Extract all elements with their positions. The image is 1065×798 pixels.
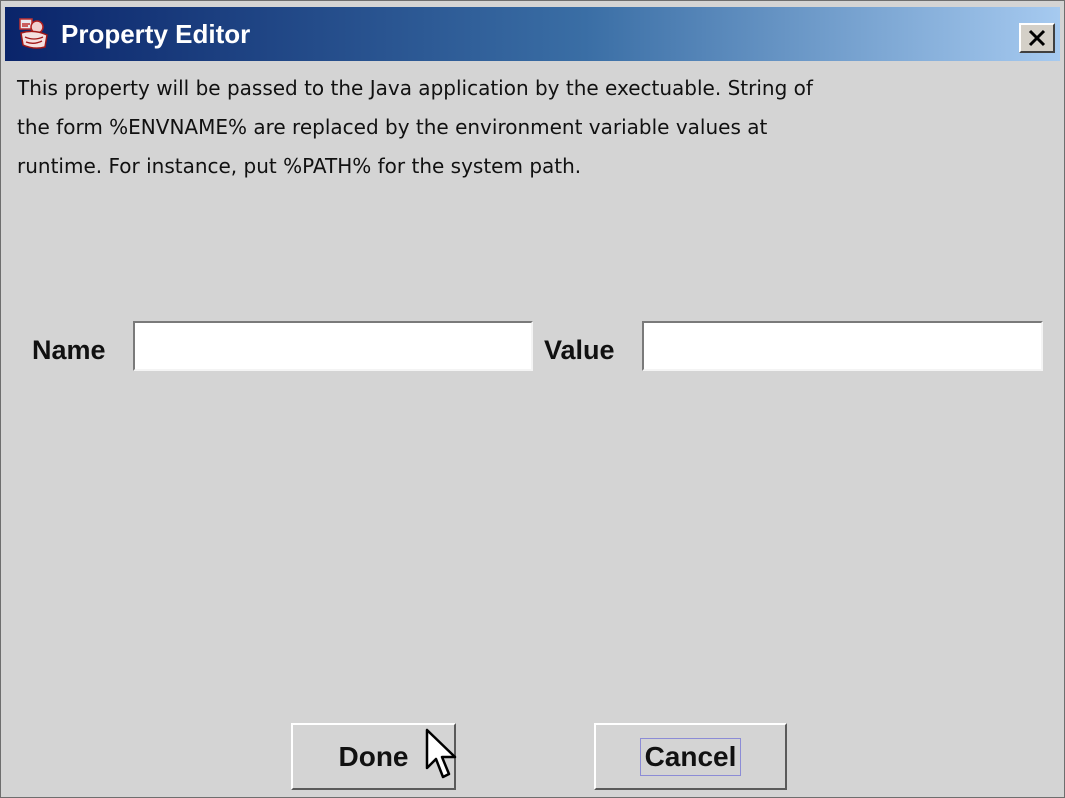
done-button-label: Done: [338, 740, 409, 772]
value-input[interactable]: [642, 321, 1043, 371]
title-bar[interactable]: Property Editor: [5, 7, 1060, 61]
description-line: This property will be passed to the Java…: [17, 76, 813, 100]
name-label: Name: [32, 335, 106, 365]
value-label: Value: [544, 335, 615, 365]
description-text: This property will be passed to the Java…: [17, 69, 1057, 186]
java-app-icon: [17, 17, 51, 51]
cancel-button-label: Cancel: [639, 737, 742, 776]
description-line: the form %ENVNAME% are replaced by the e…: [17, 115, 768, 139]
description-line: runtime. For instance, put %PATH% for th…: [17, 154, 582, 178]
mouse-pointer-icon: [425, 728, 459, 788]
close-button[interactable]: [1019, 23, 1055, 53]
cancel-button[interactable]: Cancel: [594, 723, 787, 790]
window-title: Property Editor: [61, 19, 251, 49]
property-editor-dialog: Property Editor This property will be pa…: [0, 0, 1065, 798]
close-x-icon: [1028, 29, 1046, 47]
name-input[interactable]: [133, 321, 533, 371]
